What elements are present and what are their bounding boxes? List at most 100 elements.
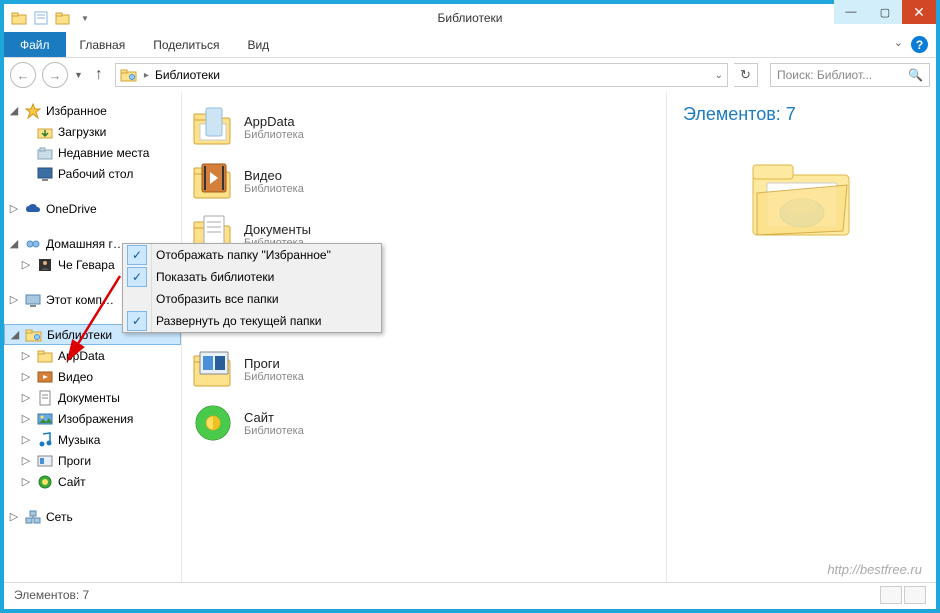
- tree-lib-appdata[interactable]: ▷AppData: [4, 345, 181, 366]
- homegroup-icon: [24, 236, 42, 252]
- folder-icon: [36, 348, 54, 364]
- library-site-icon: [192, 402, 234, 444]
- status-bar: Элементов: 7: [4, 582, 936, 607]
- preview-pane: Элементов: 7: [666, 92, 936, 582]
- tree-lib-pictures[interactable]: ▷Изображения: [4, 408, 181, 429]
- nav-bar: ← → ▼ ↑ ▸ Библиотеки ⌄ ↻ Поиск: Библиот.…: [4, 58, 936, 92]
- tab-view[interactable]: Вид: [233, 32, 283, 57]
- minimize-button[interactable]: —: [834, 0, 868, 24]
- navigation-pane[interactable]: ◢ Избранное Загрузки Недавние места Рабо…: [4, 92, 182, 582]
- address-dropdown-icon[interactable]: ⌄: [715, 70, 723, 81]
- history-dropdown-icon[interactable]: ▼: [74, 70, 83, 80]
- expander-open-icon[interactable]: ◢: [8, 104, 20, 117]
- tree-favorites[interactable]: ◢ Избранное: [4, 100, 181, 121]
- qat-dropdown-icon[interactable]: ▼: [76, 9, 94, 27]
- tree-downloads[interactable]: Загрузки: [4, 121, 181, 142]
- back-button[interactable]: ←: [10, 62, 36, 88]
- content-pane[interactable]: AppDataБиблиотека ВидеоБиблиотека Докуме…: [182, 92, 666, 582]
- qat-explorer-icon[interactable]: [10, 9, 28, 27]
- tree-lib-music[interactable]: ▷Музыка: [4, 429, 181, 450]
- expander-closed-icon[interactable]: ▷: [20, 412, 32, 425]
- preview-folder-icon: [747, 153, 857, 243]
- tree-recent[interactable]: Недавние места: [4, 142, 181, 163]
- network-icon: [24, 509, 42, 525]
- library-item-video[interactable]: ВидеоБиблиотека: [192, 154, 656, 208]
- checkmark-icon: ✓: [127, 267, 147, 287]
- app-icon: [36, 453, 54, 469]
- menu-item-expand-to-current[interactable]: ✓ Развернуть до текущей папки: [123, 310, 381, 332]
- documents-icon: [36, 390, 54, 406]
- library-item-appdata[interactable]: AppDataБиблиотека: [192, 100, 656, 154]
- expander-closed-icon[interactable]: ▷: [20, 454, 32, 467]
- expander-closed-icon[interactable]: ▷: [8, 510, 20, 523]
- tree-lib-progi[interactable]: ▷Проги: [4, 450, 181, 471]
- qat-properties-icon[interactable]: [32, 9, 50, 27]
- up-button[interactable]: ↑: [89, 65, 109, 85]
- expander-closed-icon[interactable]: ▷: [20, 370, 32, 383]
- checkmark-icon: ✓: [127, 311, 147, 331]
- music-icon: [36, 432, 54, 448]
- downloads-icon: [36, 124, 54, 140]
- library-app-icon: [192, 348, 234, 390]
- address-folder-icon: [120, 68, 138, 82]
- video-icon: [36, 369, 54, 385]
- navpane-context-menu[interactable]: ✓ Отображать папку "Избранное" ✓ Показат…: [122, 243, 382, 333]
- library-item-site[interactable]: СайтБиблиотека: [192, 396, 656, 450]
- search-box[interactable]: Поиск: Библиот... 🔍: [770, 63, 930, 87]
- view-details-button[interactable]: [880, 586, 902, 604]
- tree-network[interactable]: ▷Сеть: [4, 506, 181, 527]
- site-icon: [36, 474, 54, 490]
- forward-button[interactable]: →: [42, 62, 68, 88]
- watermark-text: http://bestfree.ru: [827, 562, 922, 577]
- expander-closed-icon[interactable]: ▷: [20, 391, 32, 404]
- expander-open-icon[interactable]: ◢: [9, 328, 21, 341]
- status-text: Элементов: 7: [14, 588, 89, 602]
- library-folder-icon: [192, 106, 234, 148]
- tree-lib-video[interactable]: ▷Видео: [4, 366, 181, 387]
- preview-header: Элементов: 7: [683, 104, 920, 125]
- expander-open-icon[interactable]: ◢: [8, 237, 20, 250]
- breadcrumb-text[interactable]: Библиотеки: [155, 68, 220, 82]
- expander-closed-icon[interactable]: ▷: [20, 349, 32, 362]
- help-icon[interactable]: ?: [911, 36, 928, 53]
- expander-closed-icon[interactable]: ▷: [20, 433, 32, 446]
- main-area: ◢ Избранное Загрузки Недавние места Рабо…: [4, 92, 936, 582]
- address-bar[interactable]: ▸ Библиотеки ⌄: [115, 63, 728, 87]
- computer-icon: [24, 292, 42, 308]
- breadcrumb-sep-icon[interactable]: ▸: [144, 70, 149, 81]
- tree-lib-documents[interactable]: ▷Документы: [4, 387, 181, 408]
- user-icon: [36, 257, 54, 273]
- checkmark-icon: ✓: [127, 245, 147, 265]
- expander-closed-icon[interactable]: ▷: [20, 258, 32, 271]
- ribbon-collapse-icon[interactable]: ⌄: [894, 36, 903, 53]
- expander-closed-icon[interactable]: ▷: [8, 293, 20, 306]
- cloud-icon: [24, 201, 42, 217]
- refresh-button[interactable]: ↻: [734, 63, 758, 87]
- search-placeholder: Поиск: Библиот...: [777, 68, 872, 82]
- ribbon-tabs: Файл Главная Поделиться Вид ⌄ ?: [4, 32, 936, 58]
- title-bar: ▼ Библиотеки — ▢ ✕: [4, 4, 936, 32]
- library-item-progi[interactable]: ПрогиБиблиотека: [192, 342, 656, 396]
- file-tab[interactable]: Файл: [4, 32, 66, 57]
- menu-item-show-libraries[interactable]: ✓ Показать библиотеки: [123, 266, 381, 288]
- tree-onedrive[interactable]: ▷OneDrive: [4, 198, 181, 219]
- menu-item-show-favorites[interactable]: ✓ Отображать папку "Избранное": [123, 244, 381, 266]
- view-large-button[interactable]: [904, 586, 926, 604]
- expander-closed-icon[interactable]: ▷: [20, 475, 32, 488]
- desktop-icon: [36, 166, 54, 182]
- tree-lib-site[interactable]: ▷Сайт: [4, 471, 181, 492]
- qat-newfolder-icon[interactable]: [54, 9, 72, 27]
- tab-home[interactable]: Главная: [66, 32, 140, 57]
- star-icon: [24, 103, 42, 119]
- tree-desktop[interactable]: Рабочий стол: [4, 163, 181, 184]
- menu-item-show-all-folders[interactable]: Отобразить все папки: [123, 288, 381, 310]
- close-button[interactable]: ✕: [902, 0, 936, 24]
- expander-closed-icon[interactable]: ▷: [8, 202, 20, 215]
- libraries-icon: [25, 327, 43, 343]
- pictures-icon: [36, 411, 54, 427]
- tab-share[interactable]: Поделиться: [139, 32, 233, 57]
- window-title: Библиотеки: [4, 11, 936, 25]
- library-video-icon: [192, 160, 234, 202]
- maximize-button[interactable]: ▢: [868, 0, 902, 24]
- recent-icon: [36, 145, 54, 161]
